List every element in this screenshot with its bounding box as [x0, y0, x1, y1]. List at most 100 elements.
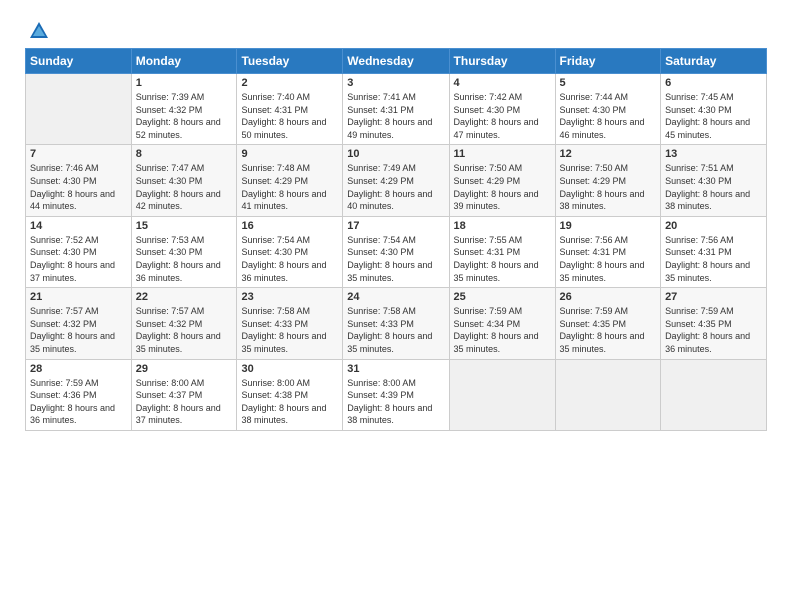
col-header-saturday: Saturday	[661, 49, 767, 74]
day-info: Sunrise: 7:49 AMSunset: 4:29 PMDaylight:…	[347, 162, 444, 212]
calendar-cell: 7 Sunrise: 7:46 AMSunset: 4:30 PMDaylight…	[26, 145, 132, 216]
calendar-cell: 20Sunrise: 7:56 AMSunset: 4:31 PMDayligh…	[661, 216, 767, 287]
day-info: Sunrise: 7:52 AMSunset: 4:30 PMDaylight:…	[30, 234, 127, 284]
calendar-cell: 21 Sunrise: 7:57 AMSunset: 4:32 PMDayligh…	[26, 288, 132, 359]
calendar-cell: 19 Sunrise: 7:56 AMSunset: 4:31 PMDayligh…	[555, 216, 661, 287]
col-header-sunday: Sunday	[26, 49, 132, 74]
day-info: Sunrise: 7:57 AMSunset: 4:32 PMDaylight:…	[30, 305, 127, 355]
calendar-cell	[661, 359, 767, 430]
calendar-cell: 18 Sunrise: 7:55 AMSunset: 4:31 PMDayligh…	[449, 216, 555, 287]
day-info: Sunrise: 7:40 AMSunset: 4:31 PMDaylight:…	[241, 91, 338, 141]
day-info: Sunrise: 8:00 AMSunset: 4:37 PMDaylight:…	[136, 377, 233, 427]
calendar-week-2: 7 Sunrise: 7:46 AMSunset: 4:30 PMDaylight…	[26, 145, 767, 216]
day-info: Sunrise: 7:48 AMSunset: 4:29 PMDaylight:…	[241, 162, 338, 212]
day-number: 1	[136, 77, 233, 89]
day-number: 6	[665, 77, 762, 89]
calendar-week-3: 14 Sunrise: 7:52 AMSunset: 4:30 PMDayligh…	[26, 216, 767, 287]
day-info: Sunrise: 7:58 AMSunset: 4:33 PMDaylight:…	[241, 305, 338, 355]
day-info: Sunrise: 7:53 AMSunset: 4:30 PMDaylight:…	[136, 234, 233, 284]
day-info: Sunrise: 7:55 AMSunset: 4:31 PMDaylight:…	[454, 234, 551, 284]
calendar-cell: 5Sunrise: 7:44 AMSunset: 4:30 PMDaylight…	[555, 74, 661, 145]
day-info: Sunrise: 7:57 AMSunset: 4:32 PMDaylight:…	[136, 305, 233, 355]
calendar-cell: 22 Sunrise: 7:57 AMSunset: 4:32 PMDayligh…	[131, 288, 237, 359]
logo	[25, 20, 50, 38]
day-info: Sunrise: 7:47 AMSunset: 4:30 PMDaylight:…	[136, 162, 233, 212]
calendar-week-1: 1 Sunrise: 7:39 AMSunset: 4:32 PMDaylight…	[26, 74, 767, 145]
calendar-cell: 17 Sunrise: 7:54 AMSunset: 4:30 PMDayligh…	[343, 216, 449, 287]
col-header-friday: Friday	[555, 49, 661, 74]
day-number: 7	[30, 148, 127, 160]
col-header-wednesday: Wednesday	[343, 49, 449, 74]
day-info: Sunrise: 8:00 AMSunset: 4:38 PMDaylight:…	[241, 377, 338, 427]
day-number: 29	[136, 363, 233, 375]
day-number: 13	[665, 148, 762, 160]
day-info: Sunrise: 7:41 AMSunset: 4:31 PMDaylight:…	[347, 91, 444, 141]
header	[25, 20, 767, 38]
day-info: Sunrise: 7:54 AMSunset: 4:30 PMDaylight:…	[241, 234, 338, 284]
day-number: 31	[347, 363, 444, 375]
calendar-cell: 3Sunrise: 7:41 AMSunset: 4:31 PMDaylight…	[343, 74, 449, 145]
calendar-cell: 24Sunrise: 7:58 AMSunset: 4:33 PMDayligh…	[343, 288, 449, 359]
calendar-cell: 8 Sunrise: 7:47 AMSunset: 4:30 PMDaylight…	[131, 145, 237, 216]
calendar-cell: 9 Sunrise: 7:48 AMSunset: 4:29 PMDaylight…	[237, 145, 343, 216]
day-info: Sunrise: 7:39 AMSunset: 4:32 PMDaylight:…	[136, 91, 233, 141]
day-number: 4	[454, 77, 551, 89]
calendar-cell	[449, 359, 555, 430]
day-number: 27	[665, 291, 762, 303]
day-info: Sunrise: 7:45 AMSunset: 4:30 PMDaylight:…	[665, 91, 762, 141]
day-info: Sunrise: 7:56 AMSunset: 4:31 PMDaylight:…	[560, 234, 657, 284]
calendar-cell: 31 Sunrise: 8:00 AMSunset: 4:39 PMDayligh…	[343, 359, 449, 430]
day-info: Sunrise: 7:58 AMSunset: 4:33 PMDaylight:…	[347, 305, 444, 355]
calendar-cell: 11Sunrise: 7:50 AMSunset: 4:29 PMDayligh…	[449, 145, 555, 216]
day-info: Sunrise: 7:44 AMSunset: 4:30 PMDaylight:…	[560, 91, 657, 141]
calendar-cell: 13 Sunrise: 7:51 AMSunset: 4:30 PMDayligh…	[661, 145, 767, 216]
calendar-cell: 6 Sunrise: 7:45 AMSunset: 4:30 PMDaylight…	[661, 74, 767, 145]
day-number: 18	[454, 220, 551, 232]
day-number: 22	[136, 291, 233, 303]
day-number: 15	[136, 220, 233, 232]
calendar-cell: 25 Sunrise: 7:59 AMSunset: 4:34 PMDayligh…	[449, 288, 555, 359]
day-number: 12	[560, 148, 657, 160]
day-number: 17	[347, 220, 444, 232]
calendar-cell: 10 Sunrise: 7:49 AMSunset: 4:29 PMDayligh…	[343, 145, 449, 216]
day-number: 25	[454, 291, 551, 303]
day-number: 8	[136, 148, 233, 160]
day-number: 19	[560, 220, 657, 232]
calendar-cell: 27 Sunrise: 7:59 AMSunset: 4:35 PMDayligh…	[661, 288, 767, 359]
calendar-week-4: 21 Sunrise: 7:57 AMSunset: 4:32 PMDayligh…	[26, 288, 767, 359]
day-info: Sunrise: 7:59 AMSunset: 4:35 PMDaylight:…	[665, 305, 762, 355]
calendar-cell: 23Sunrise: 7:58 AMSunset: 4:33 PMDayligh…	[237, 288, 343, 359]
logo-icon	[28, 20, 50, 42]
day-info: Sunrise: 7:59 AMSunset: 4:36 PMDaylight:…	[30, 377, 127, 427]
day-number: 21	[30, 291, 127, 303]
day-info: Sunrise: 7:50 AMSunset: 4:29 PMDaylight:…	[454, 162, 551, 212]
calendar-cell	[26, 74, 132, 145]
calendar-cell: 14 Sunrise: 7:52 AMSunset: 4:30 PMDayligh…	[26, 216, 132, 287]
calendar-cell: 4Sunrise: 7:42 AMSunset: 4:30 PMDaylight…	[449, 74, 555, 145]
day-number: 28	[30, 363, 127, 375]
calendar-cell: 15 Sunrise: 7:53 AMSunset: 4:30 PMDayligh…	[131, 216, 237, 287]
calendar-table: SundayMondayTuesdayWednesdayThursdayFrid…	[25, 48, 767, 431]
day-info: Sunrise: 7:59 AMSunset: 4:35 PMDaylight:…	[560, 305, 657, 355]
day-number: 14	[30, 220, 127, 232]
day-info: Sunrise: 7:51 AMSunset: 4:30 PMDaylight:…	[665, 162, 762, 212]
day-info: Sunrise: 7:59 AMSunset: 4:34 PMDaylight:…	[454, 305, 551, 355]
day-info: Sunrise: 7:50 AMSunset: 4:29 PMDaylight:…	[560, 162, 657, 212]
day-info: Sunrise: 7:46 AMSunset: 4:30 PMDaylight:…	[30, 162, 127, 212]
day-number: 2	[241, 77, 338, 89]
page: SundayMondayTuesdayWednesdayThursdayFrid…	[0, 0, 792, 612]
calendar-header-row: SundayMondayTuesdayWednesdayThursdayFrid…	[26, 49, 767, 74]
day-info: Sunrise: 7:54 AMSunset: 4:30 PMDaylight:…	[347, 234, 444, 284]
day-number: 30	[241, 363, 338, 375]
day-info: Sunrise: 8:00 AMSunset: 4:39 PMDaylight:…	[347, 377, 444, 427]
calendar-week-5: 28 Sunrise: 7:59 AMSunset: 4:36 PMDayligh…	[26, 359, 767, 430]
calendar-cell: 16Sunrise: 7:54 AMSunset: 4:30 PMDayligh…	[237, 216, 343, 287]
col-header-thursday: Thursday	[449, 49, 555, 74]
day-number: 9	[241, 148, 338, 160]
calendar-cell: 29 Sunrise: 8:00 AMSunset: 4:37 PMDayligh…	[131, 359, 237, 430]
day-number: 10	[347, 148, 444, 160]
calendar-cell: 26 Sunrise: 7:59 AMSunset: 4:35 PMDayligh…	[555, 288, 661, 359]
day-number: 26	[560, 291, 657, 303]
calendar-cell: 2 Sunrise: 7:40 AMSunset: 4:31 PMDaylight…	[237, 74, 343, 145]
day-info: Sunrise: 7:56 AMSunset: 4:31 PMDaylight:…	[665, 234, 762, 284]
